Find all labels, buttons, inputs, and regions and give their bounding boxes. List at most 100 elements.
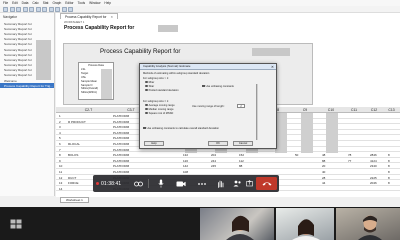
more-icon[interactable] [197, 178, 207, 189]
row-number[interactable]: 13 [59, 181, 62, 185]
checkbox-checked-icon[interactable] [202, 84, 205, 88]
participant-video[interactable] [276, 208, 334, 240]
gallery-icon[interactable] [133, 178, 143, 189]
table-cell[interactable]: 40 [322, 170, 325, 174]
table-cell[interactable]: 8 [388, 181, 390, 185]
paste-icon[interactable] [42, 6, 47, 12]
menu-file[interactable]: File [3, 1, 8, 5]
row-number[interactable]: 3 [59, 125, 61, 129]
radio-icon[interactable] [145, 107, 148, 111]
print-icon[interactable] [22, 6, 28, 12]
menu-tools[interactable]: Tools [78, 1, 85, 5]
table-cell[interactable]: 88 [239, 164, 242, 168]
people-icon[interactable] [232, 178, 242, 189]
table-cell[interactable]: PLATFORM [113, 136, 129, 140]
menu-help[interactable]: Help [104, 1, 111, 5]
row-number[interactable]: 12 [59, 176, 62, 180]
table-cell[interactable]: 204 [211, 153, 216, 157]
row-number[interactable]: 9 [59, 159, 61, 163]
worksheet-tab[interactable]: Worksheet 1 [60, 197, 89, 203]
table-cell[interactable]: 2846 [370, 153, 377, 157]
row-number[interactable]: 8 [59, 153, 61, 157]
radio-icon[interactable] [145, 84, 148, 88]
table-cell[interactable]: 132 [183, 153, 188, 157]
hangup-button[interactable] [256, 177, 277, 190]
menu-calc[interactable]: Calc [32, 1, 38, 5]
menu-editor[interactable]: Editor [65, 1, 73, 5]
row-number[interactable]: 10 [59, 164, 62, 168]
table-cell[interactable]: PLATFORM [113, 120, 129, 124]
microphone-icon[interactable] [156, 178, 166, 189]
table-cell[interactable]: 77 [348, 159, 351, 163]
cut-icon[interactable] [29, 6, 34, 12]
table-cell[interactable]: 88 [322, 159, 325, 163]
table-cell[interactable]: RLOCAL [68, 142, 80, 146]
table-cell[interactable]: 4124 [370, 159, 377, 163]
radio-icon[interactable] [145, 111, 148, 115]
table-cell[interactable]: 112 [239, 159, 244, 163]
navigator-item-active[interactable]: Process Capability Report for Trig... [0, 83, 54, 89]
table-cell[interactable]: DUCT [68, 176, 76, 180]
radio-selected-icon[interactable] [145, 88, 148, 92]
table-cell[interactable]: 50 [295, 153, 298, 157]
find-icon[interactable] [61, 6, 67, 12]
undo-icon[interactable] [48, 6, 54, 12]
row-number[interactable]: 6 [59, 142, 61, 146]
table-cell[interactable]: PLATFORM [113, 164, 129, 168]
menu-stat[interactable]: Stat [43, 1, 49, 5]
option-pooled[interactable]: Pooled standard deviation [145, 89, 179, 92]
row-number[interactable]: 1 [59, 114, 61, 118]
radio-selected-icon[interactable] [145, 103, 148, 107]
new-icon[interactable] [3, 6, 8, 12]
overall-std-checkbox[interactable]: Use unbiasing constants to calculate ove… [143, 127, 219, 130]
use-unbiasing-checkbox[interactable]: Use unbiasing constants [202, 85, 234, 88]
table-cell[interactable]: 108 [183, 170, 188, 174]
row-number[interactable]: 11 [59, 170, 62, 174]
option-median-moving-range[interactable]: Median moving range [145, 108, 174, 111]
table-cell[interactable]: PLATFORM [113, 153, 129, 157]
redo-icon[interactable] [55, 6, 60, 12]
table-cell[interactable]: PLATFORM [113, 148, 129, 152]
table-cell[interactable]: 44 [322, 181, 325, 185]
open-icon[interactable] [9, 6, 15, 12]
output-tab[interactable]: Process Capability Report for ✕ [60, 13, 119, 19]
table-cell[interactable]: 244 [211, 159, 216, 163]
table-cell[interactable]: 152 [239, 153, 244, 157]
checkbox-checked-icon[interactable] [143, 126, 146, 130]
row-number[interactable]: 7 [59, 148, 61, 152]
option-sqrt-mssd[interactable]: Square root of MSSD [145, 112, 173, 115]
close-icon[interactable]: ✕ [110, 15, 113, 19]
table-cell[interactable]: R PRODUCT [68, 120, 86, 124]
moving-range-length-input[interactable]: 2 [237, 104, 245, 108]
row-number[interactable]: 5 [59, 136, 61, 140]
row-number[interactable]: 4 [59, 131, 61, 135]
option-sbar[interactable]: Sbar [145, 85, 154, 88]
table-cell[interactable]: 48 [322, 153, 325, 157]
table-cell[interactable]: PLATFORM [113, 170, 129, 174]
table-cell[interactable]: PLATFORM [113, 131, 129, 135]
table-cell[interactable]: PLATFORM [113, 114, 129, 118]
copy-icon[interactable] [35, 6, 41, 12]
participant-video[interactable] [200, 208, 274, 240]
table-cell[interactable]: PLATFORM [113, 159, 129, 163]
table-cell[interactable]: 2225 [370, 176, 377, 180]
table-cell[interactable]: 142 [183, 164, 188, 168]
menu-graph[interactable]: Graph [52, 1, 61, 5]
ok-button[interactable]: OK [208, 140, 228, 146]
table-cell[interactable]: FORCE [68, 181, 79, 185]
close-icon[interactable]: ✕ [271, 65, 274, 69]
table-cell[interactable]: PLATFORM [113, 142, 129, 146]
save-icon[interactable] [16, 6, 21, 12]
table-cell[interactable]: 8 [388, 153, 390, 157]
table-cell[interactable]: 8 [388, 170, 390, 174]
share-icon[interactable] [244, 178, 254, 189]
table-cell[interactable]: 20 [322, 164, 325, 168]
participant-video[interactable] [336, 208, 400, 240]
menu-window[interactable]: Window [89, 1, 100, 5]
table-cell[interactable]: 8 [388, 176, 390, 180]
radio-icon[interactable] [145, 80, 148, 84]
help-button[interactable]: Help [144, 140, 164, 146]
menu-edit[interactable]: Edit [12, 1, 18, 5]
hand-icon[interactable] [215, 178, 225, 189]
cancel-button[interactable]: Cancel [233, 140, 253, 146]
